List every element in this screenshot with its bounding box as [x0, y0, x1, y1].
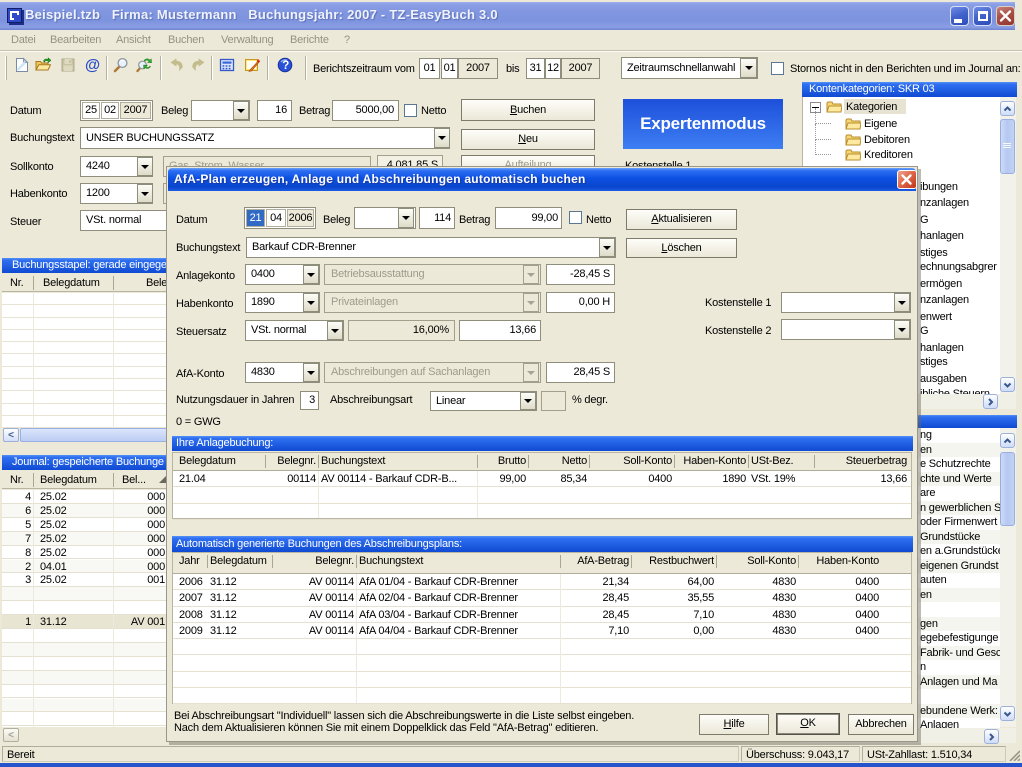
- svg-text:?: ?: [282, 60, 289, 72]
- svg-text:@: @: [85, 57, 100, 73]
